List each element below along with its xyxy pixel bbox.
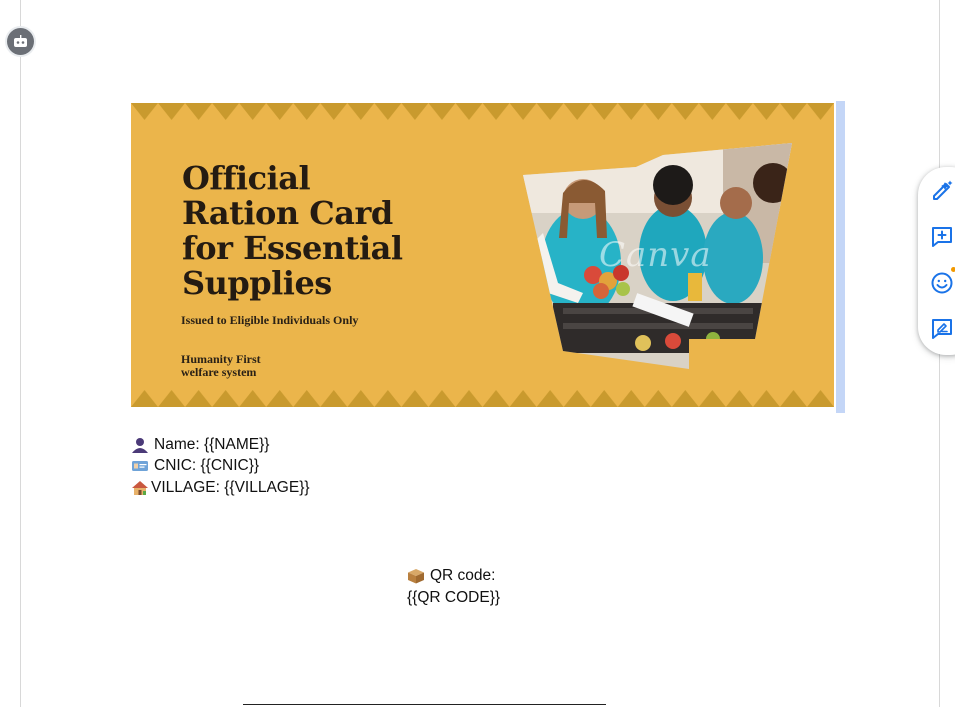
qr-code-placeholder: {{QR CODE}} [407,589,501,606]
name-field-text: Name: {{NAME}} [154,436,270,453]
id-card-icon [132,461,148,471]
zigzag-border-bottom [131,387,834,407]
add-comment-icon[interactable] [928,223,955,251]
notification-dot [951,267,955,272]
cnic-field-text: CNIC: {{CNIC}} [154,457,260,474]
name-field: Name: {{NAME}} [131,435,269,455]
suggest-edits-icon[interactable] [928,315,955,343]
emoji-reaction-icon[interactable] [928,269,955,297]
edit-with-ai-icon[interactable] [928,177,955,205]
zigzag-border-top [131,103,834,123]
village-field-text: VILLAGE: {{VILLAGE}} [151,479,310,496]
banner-subtitle: Issued to Eligible Individuals Only [181,313,359,327]
ration-card-banner[interactable]: Official Ration Card for Essential Suppl… [131,103,834,407]
signature-line [243,704,606,705]
package-icon [408,569,424,584]
banner-organization: Humanity First welfare system [181,352,261,379]
cnic-field: CNIC: {{CNIC}} [131,456,259,476]
person-silhouette-icon [132,438,148,453]
robot-icon[interactable] [7,28,34,55]
banner-title: Official Ration Card for Essential Suppl… [182,159,403,302]
image-selection-handle[interactable] [836,101,845,413]
house-icon [132,481,148,495]
canva-watermark: Canva [599,235,712,275]
village-field: VILLAGE: {{VILLAGE}} [131,478,310,498]
side-toolbar [918,167,955,355]
qr-code-label: QR code: [430,567,496,584]
qr-code-block: QR code: {{QR CODE}} [407,565,500,609]
page-left-edge [20,0,21,707]
